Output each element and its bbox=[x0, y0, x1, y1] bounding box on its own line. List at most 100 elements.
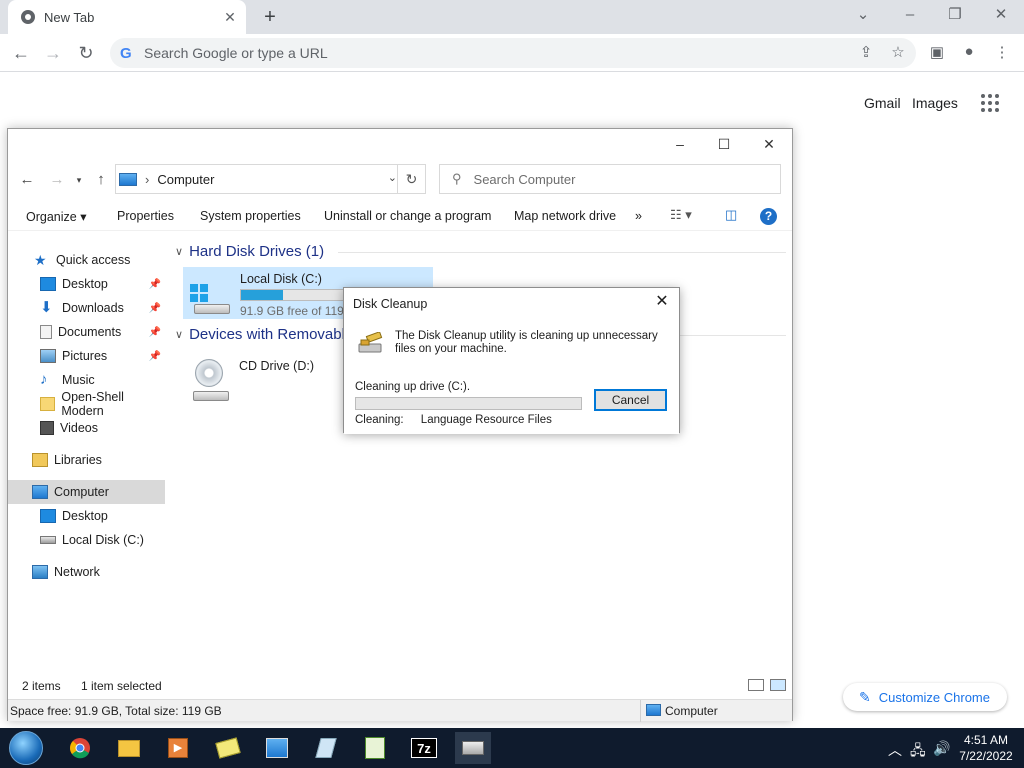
nav-documents[interactable]: Documents 📌 bbox=[8, 320, 165, 344]
dialog-close-icon[interactable]: ✕ bbox=[653, 293, 671, 311]
taskbar-disk-cleanup[interactable] bbox=[455, 732, 491, 764]
cleanup-progress-bar bbox=[355, 397, 582, 410]
cleaning-status: Cleaning: Language Resource Files bbox=[355, 414, 552, 426]
nav-openshell[interactable]: Open-Shell Modern bbox=[8, 390, 165, 418]
explorer-minimize-icon[interactable]: – bbox=[665, 134, 695, 154]
nav-local-disk[interactable]: Local Disk (C:) bbox=[8, 528, 165, 552]
cd-disc-icon bbox=[195, 359, 223, 387]
network-tray-icon[interactable]: 🖧 bbox=[910, 740, 926, 764]
progress-label: Cleaning up drive (C:). bbox=[355, 381, 471, 393]
group-header-hard-disks[interactable]: ∨ Hard Disk Drives (1) bbox=[175, 243, 324, 260]
nav-downloads[interactable]: ⬇ Downloads 📌 bbox=[8, 296, 165, 320]
google-g-icon: G bbox=[120, 44, 132, 62]
address-dropdown-icon[interactable]: ⌄ bbox=[388, 171, 397, 184]
organize-button[interactable]: Organize ▾ bbox=[26, 209, 86, 224]
help-icon[interactable]: ? bbox=[760, 208, 777, 225]
back-icon[interactable]: ← bbox=[10, 42, 32, 64]
taskbar-control-panel[interactable] bbox=[259, 732, 295, 764]
navigation-pane: ★ Quick access Desktop 📌 ⬇ Downloads 📌 D… bbox=[8, 241, 165, 691]
large-icons-view-icon[interactable] bbox=[770, 679, 786, 691]
minimize-icon[interactable]: – bbox=[898, 4, 922, 26]
nav-desktop[interactable]: Desktop 📌 bbox=[8, 272, 165, 296]
preview-pane-icon[interactable]: ◫ bbox=[725, 207, 737, 223]
system-properties-button[interactable]: System properties bbox=[200, 209, 301, 223]
item-count: 2 items bbox=[22, 679, 61, 693]
volume-icon[interactable]: 🔊 bbox=[933, 740, 950, 757]
nav-music[interactable]: ♪ Music bbox=[8, 368, 165, 392]
drive-d-name: CD Drive (D:) bbox=[239, 359, 314, 373]
change-view-icon[interactable]: ☷ ▾ bbox=[670, 207, 692, 223]
media-player-icon: ▶ bbox=[168, 738, 188, 758]
desktop-icon bbox=[40, 277, 56, 291]
taskbar-notes[interactable] bbox=[210, 732, 246, 764]
bookmark-star-icon[interactable]: ☆ bbox=[888, 43, 908, 63]
properties-button[interactable]: Properties bbox=[117, 209, 174, 223]
cleaning-value: Language Resource Files bbox=[420, 414, 552, 426]
map-network-drive-button[interactable]: Map network drive bbox=[514, 209, 616, 223]
taskbar-file-explorer[interactable] bbox=[111, 732, 147, 764]
breadcrumb-chevron-icon: › bbox=[145, 171, 150, 187]
recent-locations-icon[interactable]: ▾ bbox=[70, 171, 88, 189]
refresh-icon[interactable]: ↻ bbox=[397, 165, 425, 193]
share-icon[interactable]: ⇪ bbox=[856, 43, 876, 63]
details-view-icon[interactable] bbox=[748, 679, 764, 691]
taskbar-media-player[interactable]: ▶ bbox=[160, 732, 196, 764]
nav-computer-desktop[interactable]: Desktop bbox=[8, 504, 165, 528]
clock[interactable]: 4:51 AM 7/22/2022 bbox=[956, 732, 1016, 764]
restore-icon[interactable]: ❐ bbox=[943, 4, 967, 26]
cleaning-label: Cleaning: bbox=[355, 414, 404, 426]
tab-search-chevron-icon[interactable]: ⌄ bbox=[851, 4, 875, 26]
nav-videos[interactable]: Videos bbox=[8, 416, 165, 440]
nav-network[interactable]: Network bbox=[8, 560, 165, 584]
nav-quick-access-label: Quick access bbox=[56, 253, 131, 267]
more-commands-button[interactable]: » bbox=[635, 209, 642, 223]
tab-new-tab[interactable]: New Tab ✕ bbox=[8, 0, 246, 34]
chrome-menu-icon[interactable]: ⋮ bbox=[992, 43, 1012, 63]
show-hidden-icons-chevron-icon[interactable]: ︿ bbox=[888, 740, 902, 760]
taskbar-chrome[interactable] bbox=[62, 732, 98, 764]
images-link[interactable]: Images bbox=[912, 95, 958, 111]
close-icon[interactable]: ✕ bbox=[989, 4, 1013, 26]
new-tab-button[interactable]: + bbox=[259, 6, 281, 28]
explorer-maximize-icon[interactable]: ☐ bbox=[709, 134, 739, 154]
status-bar: 2 items 1 item selected bbox=[8, 677, 792, 697]
windows-logo-icon bbox=[190, 284, 208, 302]
nav-libraries[interactable]: Libraries bbox=[8, 448, 165, 472]
taskbar-spreadsheet[interactable] bbox=[357, 732, 393, 764]
start-button[interactable] bbox=[9, 731, 43, 765]
address-bar[interactable]: › Computer ⌄ ↻ bbox=[115, 164, 426, 194]
taskbar-7zip[interactable]: 7z bbox=[406, 732, 442, 764]
omnibox[interactable]: G Search Google or type a URL bbox=[110, 38, 916, 68]
group-divider bbox=[678, 335, 786, 336]
tab-title: New Tab bbox=[44, 9, 95, 25]
selection-count: 1 item selected bbox=[81, 679, 162, 693]
profile-avatar-icon[interactable]: ● bbox=[959, 43, 979, 63]
explorer-close-icon[interactable]: ✕ bbox=[754, 134, 784, 154]
explorer-forward-icon[interactable]: → bbox=[48, 171, 66, 189]
tab-close-icon[interactable]: ✕ bbox=[222, 9, 238, 25]
google-apps-icon[interactable] bbox=[981, 94, 999, 112]
nav-computer[interactable]: Computer bbox=[8, 480, 165, 504]
notes-icon bbox=[215, 737, 241, 759]
nav-pictures[interactable]: Pictures 📌 bbox=[8, 344, 165, 368]
reload-icon[interactable]: ↻ bbox=[75, 42, 97, 64]
side-panel-icon[interactable]: ▣ bbox=[927, 43, 947, 63]
spreadsheet-icon bbox=[365, 737, 385, 759]
nav-computer-desktop-label: Desktop bbox=[62, 509, 108, 523]
computer-icon bbox=[32, 485, 48, 499]
nav-music-label: Music bbox=[62, 373, 95, 387]
omnibox-placeholder: Search Google or type a URL bbox=[144, 45, 328, 61]
cancel-button[interactable]: Cancel bbox=[594, 389, 667, 411]
customize-chrome-button[interactable]: ✎ Customize Chrome bbox=[843, 683, 1007, 711]
explorer-back-icon[interactable]: ← bbox=[18, 171, 36, 189]
taskbar-editor[interactable] bbox=[308, 732, 344, 764]
nav-local-disk-label: Local Disk (C:) bbox=[62, 533, 144, 547]
forward-icon[interactable]: → bbox=[42, 42, 64, 64]
uninstall-program-button[interactable]: Uninstall or change a program bbox=[324, 209, 491, 223]
group-divider bbox=[338, 252, 786, 253]
up-icon[interactable]: ↑ bbox=[92, 171, 110, 189]
gmail-link[interactable]: Gmail bbox=[864, 95, 901, 111]
explorer-search-input[interactable]: ⚲ Search Computer bbox=[439, 164, 781, 194]
nav-computer-label: Computer bbox=[54, 485, 109, 499]
nav-quick-access[interactable]: ★ Quick access bbox=[8, 248, 165, 272]
